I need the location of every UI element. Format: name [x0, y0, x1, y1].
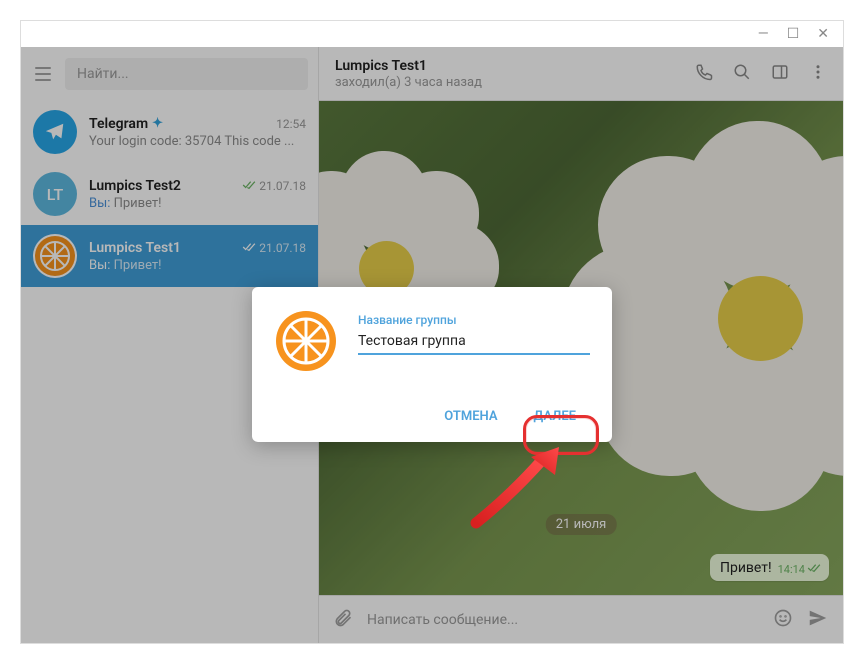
- cancel-button[interactable]: ОТМЕНА: [430, 401, 511, 432]
- group-name-label: Название группы: [358, 313, 590, 327]
- next-button[interactable]: ДАЛЕЕ: [520, 401, 590, 432]
- new-group-dialog: Название группы ОТМЕНА ДАЛЕЕ: [252, 287, 612, 442]
- minimize-button[interactable]: —: [758, 26, 769, 42]
- group-name-input[interactable]: [358, 327, 590, 355]
- modal-overlay[interactable]: Название группы ОТМЕНА ДАЛЕЕ: [21, 47, 843, 643]
- app: Найти... Telegram ✦ 12:54 Your login cod…: [21, 47, 843, 643]
- titlebar: — ☐ ✕: [21, 21, 843, 47]
- maximize-button[interactable]: ☐: [787, 26, 800, 42]
- window-frame: — ☐ ✕ Найти... Telegram ✦ 12:54: [20, 20, 844, 644]
- close-window-button[interactable]: ✕: [817, 26, 829, 42]
- group-avatar[interactable]: [274, 309, 338, 373]
